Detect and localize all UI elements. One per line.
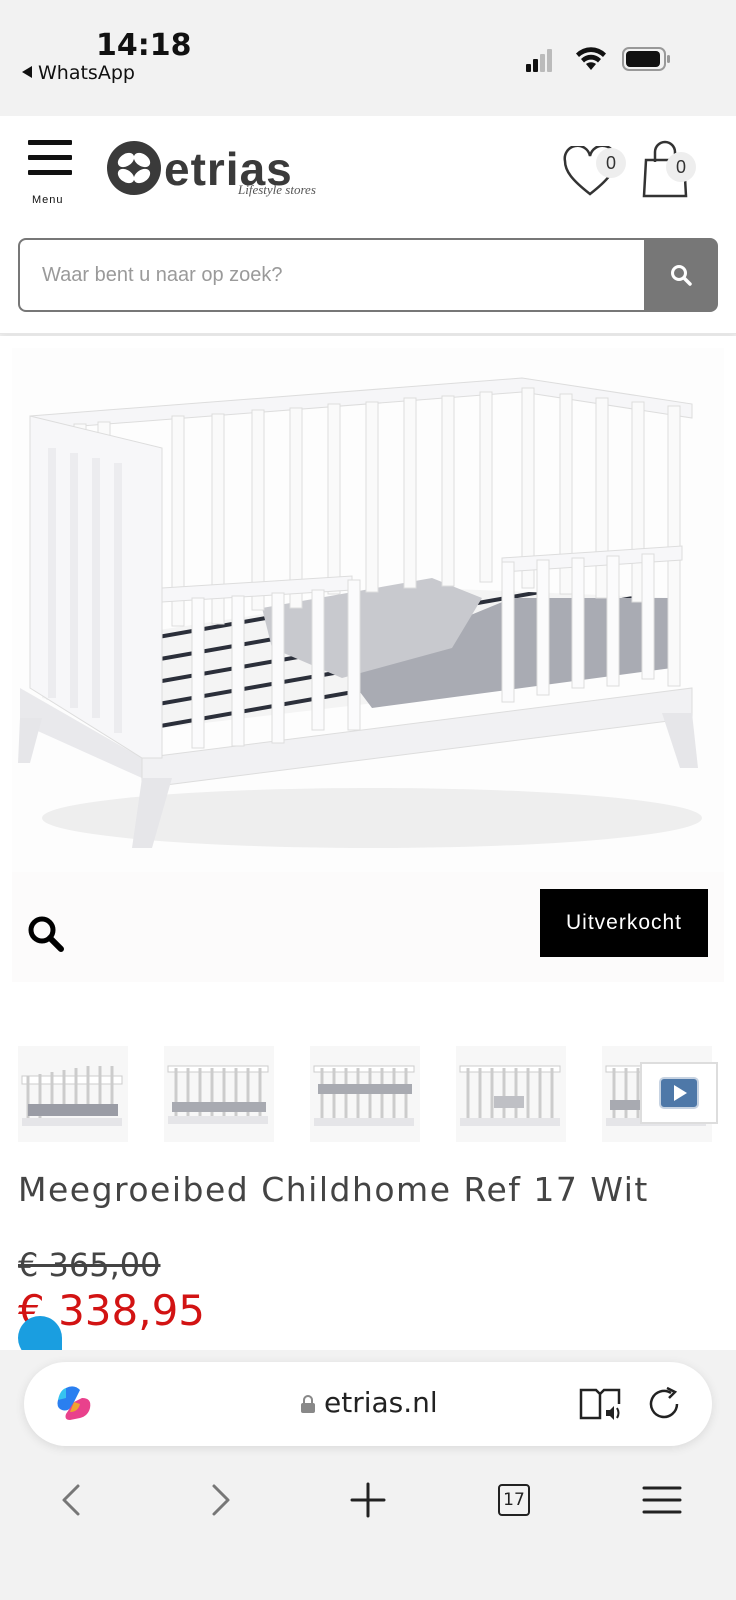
cart-count: 0	[666, 152, 696, 182]
back-to-app-link[interactable]: WhatsApp	[22, 62, 135, 84]
site-logo[interactable]: etrias Lifestyle stores	[106, 138, 336, 200]
reload-icon[interactable]	[644, 1384, 684, 1424]
back-arrow-icon	[22, 66, 32, 78]
clock: 14:18	[96, 28, 192, 63]
thumbnail-image	[21, 1066, 123, 1126]
cart-button[interactable]: 0	[640, 140, 704, 204]
product-page: Uitverkocht Meegroeibed Childhome Ref 17…	[0, 336, 736, 1352]
tabs-button[interactable]: 17	[486, 1472, 542, 1528]
url-text[interactable]: etrias.nl	[324, 1386, 438, 1419]
thumbnail[interactable]	[310, 1046, 420, 1142]
site-header: Menu etrias Lifestyle stores 0 0	[0, 116, 736, 216]
forward-icon[interactable]	[192, 1472, 248, 1528]
menu-icon[interactable]	[634, 1472, 690, 1528]
lock-icon	[301, 1395, 315, 1413]
thumbnail[interactable]	[164, 1046, 274, 1142]
product-main-image[interactable]	[12, 348, 724, 878]
new-tab-icon[interactable]	[340, 1472, 396, 1528]
logo-subtitle: Lifestyle stores	[238, 182, 316, 197]
wishlist-button[interactable]: 0	[562, 144, 632, 204]
back-app-label: WhatsApp	[38, 62, 135, 84]
browser-toolbar: etrias.nl 17	[0, 1350, 736, 1600]
hamburger-icon-bar	[28, 170, 72, 175]
cellular-signal-icon	[526, 49, 552, 72]
search-bar	[0, 216, 736, 334]
address-bar[interactable]: etrias.nl	[24, 1362, 712, 1446]
video-play-button[interactable]	[640, 1062, 718, 1124]
zoom-button[interactable]	[24, 912, 68, 956]
thumbnail-image	[313, 1065, 415, 1126]
play-icon	[659, 1077, 699, 1109]
menu-button[interactable]: Menu	[26, 140, 74, 206]
status-bar: 14:18 WhatsApp	[0, 0, 736, 116]
back-icon[interactable]	[44, 1472, 100, 1528]
tabs-icon: 17	[498, 1484, 530, 1516]
hamburger-icon	[28, 140, 72, 145]
search-input[interactable]	[18, 238, 646, 312]
old-price: € 365,00	[18, 1246, 161, 1284]
product-title: Meegroeibed Childhome Ref 17 Wit	[18, 1170, 649, 1209]
battery-icon	[622, 47, 670, 71]
thumbnail-image	[167, 1065, 269, 1124]
hamburger-icon-bar	[28, 155, 72, 160]
sold-out-badge: Uitverkocht	[540, 889, 708, 957]
copilot-icon[interactable]	[52, 1382, 96, 1426]
chat-widget-button[interactable]	[18, 1316, 62, 1352]
logo-mark-icon	[107, 141, 161, 195]
magnifier-icon	[28, 916, 64, 952]
search-icon	[671, 265, 692, 286]
thumbnail-image	[459, 1065, 561, 1126]
menu-label: Menu	[32, 194, 64, 206]
wishlist-count: 0	[596, 148, 626, 178]
thumbnail-strip	[18, 1046, 736, 1142]
reader-mode-icon[interactable]	[578, 1384, 622, 1424]
wifi-icon	[576, 47, 606, 70]
crib-illustration	[18, 377, 702, 848]
search-button[interactable]	[644, 238, 718, 312]
thumbnail[interactable]	[456, 1046, 566, 1142]
thumbnail[interactable]	[18, 1046, 128, 1142]
